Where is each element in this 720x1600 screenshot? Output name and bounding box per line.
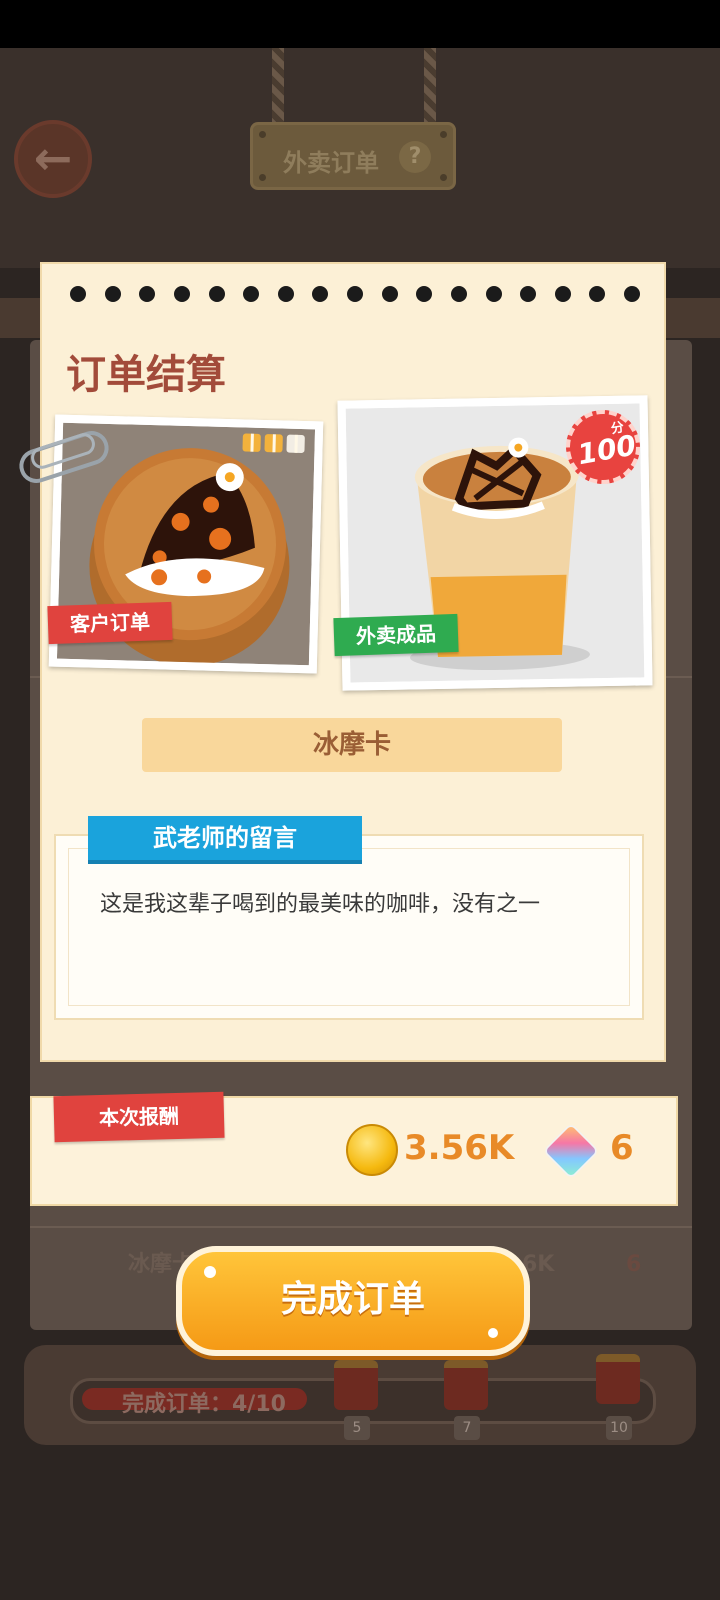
coin-icon [346, 1124, 398, 1176]
milestone-label: 7 [454, 1416, 480, 1440]
sign-rope [272, 48, 284, 126]
title-sign: 外卖订单 ? [250, 122, 456, 190]
gift-icon [596, 1354, 640, 1404]
page-title: 外卖订单 [283, 149, 379, 177]
gift-icon [444, 1360, 488, 1410]
sign-rope [424, 48, 436, 126]
help-icon[interactable]: ? [399, 141, 431, 173]
gift-icon [286, 434, 305, 454]
gift-icon [242, 433, 261, 452]
notebook-binding [70, 286, 640, 306]
status-bar [0, 0, 720, 48]
reward-gems: 6 [610, 1128, 634, 1168]
customer-order-tag: 客户订单 [47, 601, 173, 645]
background-row-gems: 6 [626, 1252, 642, 1277]
reward-label: 本次报酬 [53, 1091, 225, 1143]
gift-icon [264, 434, 283, 453]
back-button[interactable]: ← [14, 120, 92, 198]
back-arrow-icon: ← [33, 131, 73, 185]
reward-coins: 3.56K [404, 1128, 515, 1168]
complete-order-button[interactable]: 完成订单 [176, 1246, 530, 1356]
gift-icons [242, 433, 305, 454]
drink-name-banner: 冰摩卡 [142, 718, 562, 772]
dialog-heading: 订单结算 [66, 352, 226, 398]
gift-icon [334, 1360, 378, 1410]
milestone-label: 10 [606, 1416, 632, 1440]
background-row-divider [30, 1226, 692, 1228]
complete-order-label: 完成订单 [280, 1279, 425, 1320]
message-title: 武老师的留言 [88, 816, 362, 864]
score-value: 100 [575, 428, 639, 472]
milestone-label: 5 [344, 1416, 370, 1440]
delivered-product-tag: 外卖成品 [333, 613, 459, 657]
message-text: 这是我这辈子喝到的最美味的咖啡，没有之一 [100, 892, 541, 917]
background-progress-text: 完成订单：4/10 [122, 1392, 286, 1417]
